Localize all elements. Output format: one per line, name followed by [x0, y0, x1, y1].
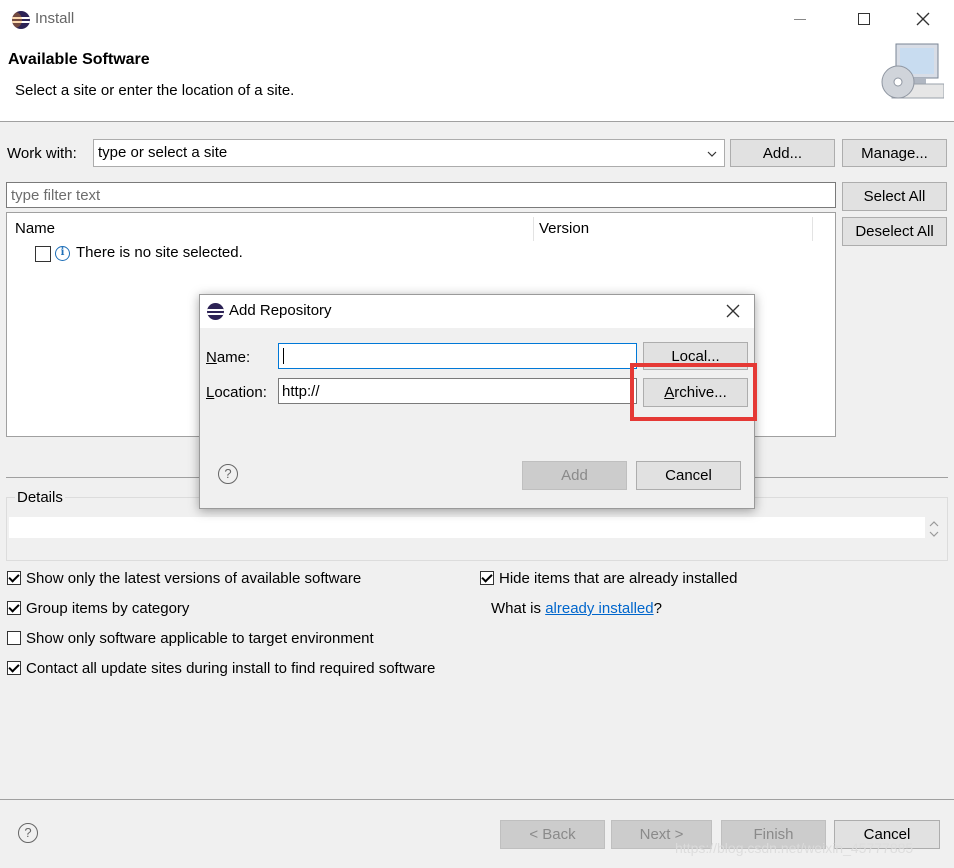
eclipse-icon: [12, 11, 30, 29]
row-checkbox[interactable]: [35, 246, 51, 262]
chevron-down-icon[interactable]: [706, 147, 718, 159]
title-bar: Install: [0, 0, 954, 40]
dialog-add-button[interactable]: Add: [522, 461, 627, 490]
footer-separator: [0, 799, 954, 800]
location-label: Location:: [206, 384, 267, 401]
dialog-help-icon[interactable]: ?: [218, 464, 238, 484]
eclipse-icon: [207, 303, 224, 320]
spinner-icon[interactable]: [927, 518, 941, 540]
details-text: [9, 517, 925, 538]
column-header-name[interactable]: Name: [15, 220, 55, 237]
hide-installed-checkbox[interactable]: [480, 571, 494, 585]
add-repository-dialog: Add Repository Name: Local... Location: …: [199, 294, 757, 509]
latest-versions-checkbox[interactable]: [7, 571, 21, 585]
back-button[interactable]: < Back: [500, 820, 605, 849]
maximize-icon[interactable]: [858, 13, 870, 25]
help-icon[interactable]: ?: [18, 823, 38, 843]
column-divider: [533, 217, 534, 241]
location-label-rest: ocation:: [214, 384, 267, 401]
watermark: https://blog.csdn.net/weixin_45777885: [675, 840, 914, 856]
name-mnemonic: N: [206, 349, 217, 366]
latest-versions-label: Show only the latest versions of availab…: [26, 570, 362, 587]
text-cursor: [283, 348, 284, 364]
table-row[interactable]: i There is no site selected.: [33, 243, 433, 263]
target-env-checkbox[interactable]: [7, 631, 21, 645]
what-is-label: What is: [491, 600, 542, 617]
column-header-version[interactable]: Version: [539, 220, 589, 237]
row-label: There is no site selected.: [76, 244, 243, 261]
minimize-icon[interactable]: [794, 19, 806, 20]
hide-installed-label: Hide items that are already installed: [499, 570, 738, 587]
install-banner-icon: [880, 42, 945, 104]
question-mark: ?: [653, 600, 662, 617]
manage-button[interactable]: Manage...: [842, 139, 947, 167]
close-icon[interactable]: [915, 11, 931, 27]
target-env-label: Show only software applicable to target …: [26, 630, 374, 647]
details-label: Details: [15, 489, 65, 506]
column-divider: [812, 217, 813, 241]
header-banner: Available Software Select a site or ente…: [0, 40, 954, 122]
page-title: Available Software: [8, 51, 150, 68]
location-field[interactable]: http://: [278, 378, 637, 404]
work-with-placeholder: type or select a site: [98, 144, 228, 161]
group-category-checkbox[interactable]: [7, 601, 21, 615]
already-installed-link[interactable]: already installed: [545, 600, 653, 617]
deselect-all-button[interactable]: Deselect All: [842, 217, 947, 246]
name-label-rest: ame:: [216, 349, 251, 366]
window-title: Install: [35, 10, 75, 27]
work-with-label: Work with:: [7, 145, 77, 162]
info-icon: i: [55, 246, 70, 261]
dialog-title: Add Repository: [229, 302, 332, 319]
filter-input[interactable]: type filter text: [6, 182, 836, 208]
group-category-label: Group items by category: [26, 600, 190, 617]
add-site-button[interactable]: Add...: [730, 139, 835, 167]
select-all-button[interactable]: Select All: [842, 182, 947, 211]
page-subtitle: Select a site or enter the location of a…: [15, 82, 295, 99]
location-value: http://: [282, 383, 320, 400]
filter-placeholder: type filter text: [11, 187, 101, 204]
archive-highlight-box: [630, 363, 757, 421]
work-with-combo[interactable]: type or select a site: [93, 139, 725, 167]
contact-sites-checkbox[interactable]: [7, 661, 21, 675]
dialog-title-bar: Add Repository: [200, 295, 754, 328]
name-label: Name:: [206, 349, 250, 366]
dialog-close-icon[interactable]: [725, 303, 741, 319]
dialog-cancel-button[interactable]: Cancel: [636, 461, 741, 490]
contact-sites-label: Contact all update sites during install …: [26, 660, 436, 677]
what-is-text: What is already installed?: [491, 600, 662, 617]
name-field[interactable]: [278, 343, 637, 369]
